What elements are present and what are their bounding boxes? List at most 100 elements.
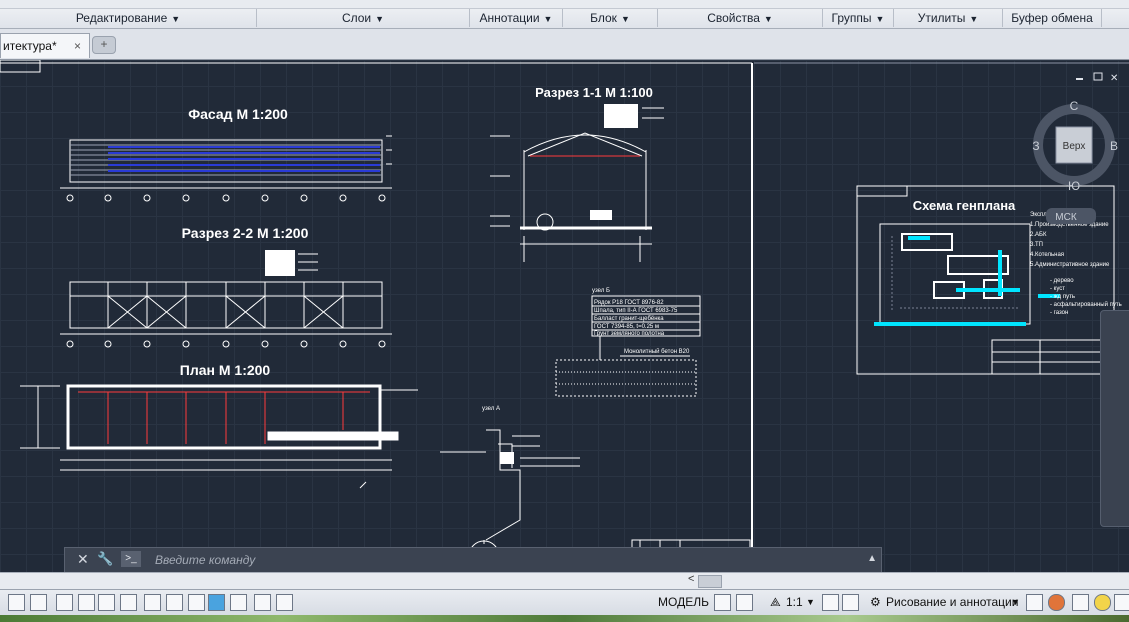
viewcube-south[interactable]: Ю: [1068, 179, 1080, 193]
gear-icon[interactable]: ⚙: [870, 595, 881, 609]
node-b-spec-3: Балласт гранит-щебёнка: [594, 316, 664, 322]
drawing-canvas[interactable]: Фасад М 1:200 Разрез 2-2 М 1:200 План М …: [0, 60, 1129, 572]
annotation-scale[interactable]: 1:1: [786, 595, 803, 609]
wrench-icon[interactable]: 🔧: [97, 551, 113, 567]
annotation-scale-icon: ⟁: [770, 595, 781, 609]
annotation-visibility-icon[interactable]: [822, 594, 839, 611]
chevron-up-icon[interactable]: ▲: [867, 553, 877, 564]
viewcube-west[interactable]: З: [1032, 139, 1039, 153]
wcs-menu[interactable]: МСК: [1055, 212, 1077, 223]
viewcube-face[interactable]: Верх: [1063, 141, 1086, 152]
horizontal-scrollbar[interactable]: <: [0, 572, 1129, 589]
panel-properties[interactable]: Свойства ▼: [658, 9, 823, 27]
panel-edit-label: Редактирование: [75, 11, 168, 25]
node-b-spec-2: Шпала, тип II-А ГОСТ 6983-75: [594, 308, 678, 314]
ducs-toggle-icon[interactable]: [144, 594, 161, 611]
otrack-toggle-icon[interactable]: [120, 594, 137, 611]
auto-scale-icon[interactable]: [842, 594, 859, 611]
tab-document[interactable]: итектура* ×: [0, 33, 90, 58]
node-b-spec-1: Рядок Р18 ГОСТ 8976-82: [594, 300, 664, 306]
hardware-acceleration-icon[interactable]: [1072, 594, 1089, 611]
chevron-down-icon: ▼: [171, 14, 181, 24]
chevron-down-icon: ▼: [543, 14, 553, 24]
panel-block-label: Блок: [590, 11, 617, 25]
panel-clipboard[interactable]: Буфер обмена: [1003, 9, 1102, 27]
workspace-switch[interactable]: Рисование и аннотации: [886, 595, 1018, 609]
node-a-label: узел А: [482, 406, 500, 412]
panel-utilities-label: Утилиты: [917, 11, 966, 25]
node-b-spec-5: Грунт земляного полотна: [594, 331, 665, 337]
dyn-toggle-icon[interactable]: [166, 594, 183, 611]
command-input[interactable]: [153, 550, 757, 570]
add-icon[interactable]: [276, 594, 293, 611]
quick-view-icon[interactable]: [736, 594, 753, 611]
viewport-controls[interactable]: ✕: [1076, 72, 1118, 84]
panel-utilities[interactable]: Утилиты ▼: [894, 9, 1003, 27]
polar-toggle-icon[interactable]: [78, 594, 95, 611]
model-space-toggle[interactable]: МОДЕЛЬ: [658, 595, 709, 609]
plan-drawing: [20, 384, 418, 489]
panel-layers-label: Слои: [341, 11, 372, 25]
selection-cycling-icon[interactable]: [230, 594, 247, 611]
plan-title: План М 1:200: [180, 362, 271, 378]
genplan-legend-2: 2.АБК: [1030, 232, 1047, 238]
command-line[interactable]: ✕ 🔧 >_ ▲: [64, 547, 882, 573]
file-tabs-bar: итектура* × +: [0, 29, 1129, 60]
lock-ui-icon[interactable]: [1026, 594, 1043, 611]
genplan-title: Схема генплана: [913, 198, 1016, 213]
node-b-spec-4: ГОСТ 7394-85, t=0.25 м: [594, 324, 659, 330]
status-bar: МОДЕЛЬ ⟁ 1:1 ▼ ⚙ Рисование и аннотации ▼: [0, 589, 1129, 616]
section11-drawing: [490, 104, 664, 262]
viewport-layout-icon[interactable]: [714, 594, 731, 611]
navigation-bar[interactable]: [1100, 310, 1129, 527]
genplan-legend-4: 4.Котельная: [1030, 252, 1064, 258]
viewcube-east[interactable]: В: [1110, 139, 1118, 153]
panel-annotations-label: Аннотации: [479, 11, 540, 25]
close-icon[interactable]: ×: [74, 34, 81, 58]
panel-block[interactable]: Блок ▼: [563, 9, 658, 27]
annotation-monitor-icon[interactable]: [254, 594, 271, 611]
transparency-toggle-icon[interactable]: [208, 594, 225, 611]
section22-title: Разрез 2-2 М 1:200: [182, 225, 309, 241]
ribbon: Редактирование ▼ Слои ▼ Аннотации ▼ Блок ▼ С…: [0, 0, 1129, 29]
facade-title: Фасад М 1:200: [188, 106, 288, 122]
genplan-legend-5: 5.Административное здание: [1030, 262, 1110, 268]
panel-groups[interactable]: Группы ▼: [823, 9, 894, 27]
panel-annotations[interactable]: Аннотации ▼: [470, 9, 563, 27]
chevron-down-icon: ▼: [763, 14, 773, 24]
lightbulb-icon[interactable]: [1094, 594, 1111, 611]
genplan-legend2-4: - газон: [1050, 310, 1068, 316]
osnap-toggle-icon[interactable]: [98, 594, 115, 611]
ribbon-tools-strip: [0, 0, 1129, 9]
close-icon[interactable]: ✕: [77, 551, 89, 568]
viewcube-north[interactable]: С: [1070, 99, 1079, 113]
chevron-down-icon[interactable]: ▼: [1011, 597, 1020, 607]
node-b-concrete-label: Монолитный бетон В20: [624, 348, 690, 355]
panel-layers[interactable]: Слои ▼: [257, 9, 470, 27]
ortho-toggle-icon[interactable]: [56, 594, 73, 611]
genplan-legend2-2: - жд путь: [1050, 294, 1075, 300]
customization-icon[interactable]: [1114, 594, 1129, 611]
tab-document-label: итектура*: [3, 39, 57, 53]
panel-groups-label: Группы: [831, 11, 872, 25]
lineweight-toggle-icon[interactable]: [188, 594, 205, 611]
viewcube[interactable]: Верх С Ю З В МСК: [1032, 99, 1118, 224]
panel-edit[interactable]: Редактирование ▼: [0, 9, 257, 27]
genplan-legend2-1: - куст: [1050, 286, 1065, 292]
prompt-icon[interactable]: >_: [121, 551, 141, 567]
grid-toggle-icon[interactable]: [8, 594, 25, 611]
panel-clipboard-label: Буфер обмена: [1011, 11, 1093, 25]
scroll-thumb[interactable]: [698, 575, 722, 588]
genplan-legend2-3: - асфальтированный путь: [1050, 301, 1122, 308]
facade-drawing: [60, 135, 392, 202]
close-icon[interactable]: ✕: [1110, 73, 1118, 84]
genplan-legend2-0: - дерево: [1050, 278, 1074, 284]
new-tab-button[interactable]: +: [92, 36, 116, 54]
drawing-svg: Фасад М 1:200 Разрез 2-2 М 1:200 План М …: [0, 60, 1129, 572]
stamp-corner: [0, 60, 41, 73]
chevron-down-icon[interactable]: ▼: [806, 597, 815, 607]
node-b-label: узел Б: [592, 288, 610, 294]
isolate-objects-icon[interactable]: [1048, 594, 1065, 611]
snap-toggle-icon[interactable]: [30, 594, 47, 611]
scroll-left-arrow[interactable]: <: [688, 573, 694, 585]
